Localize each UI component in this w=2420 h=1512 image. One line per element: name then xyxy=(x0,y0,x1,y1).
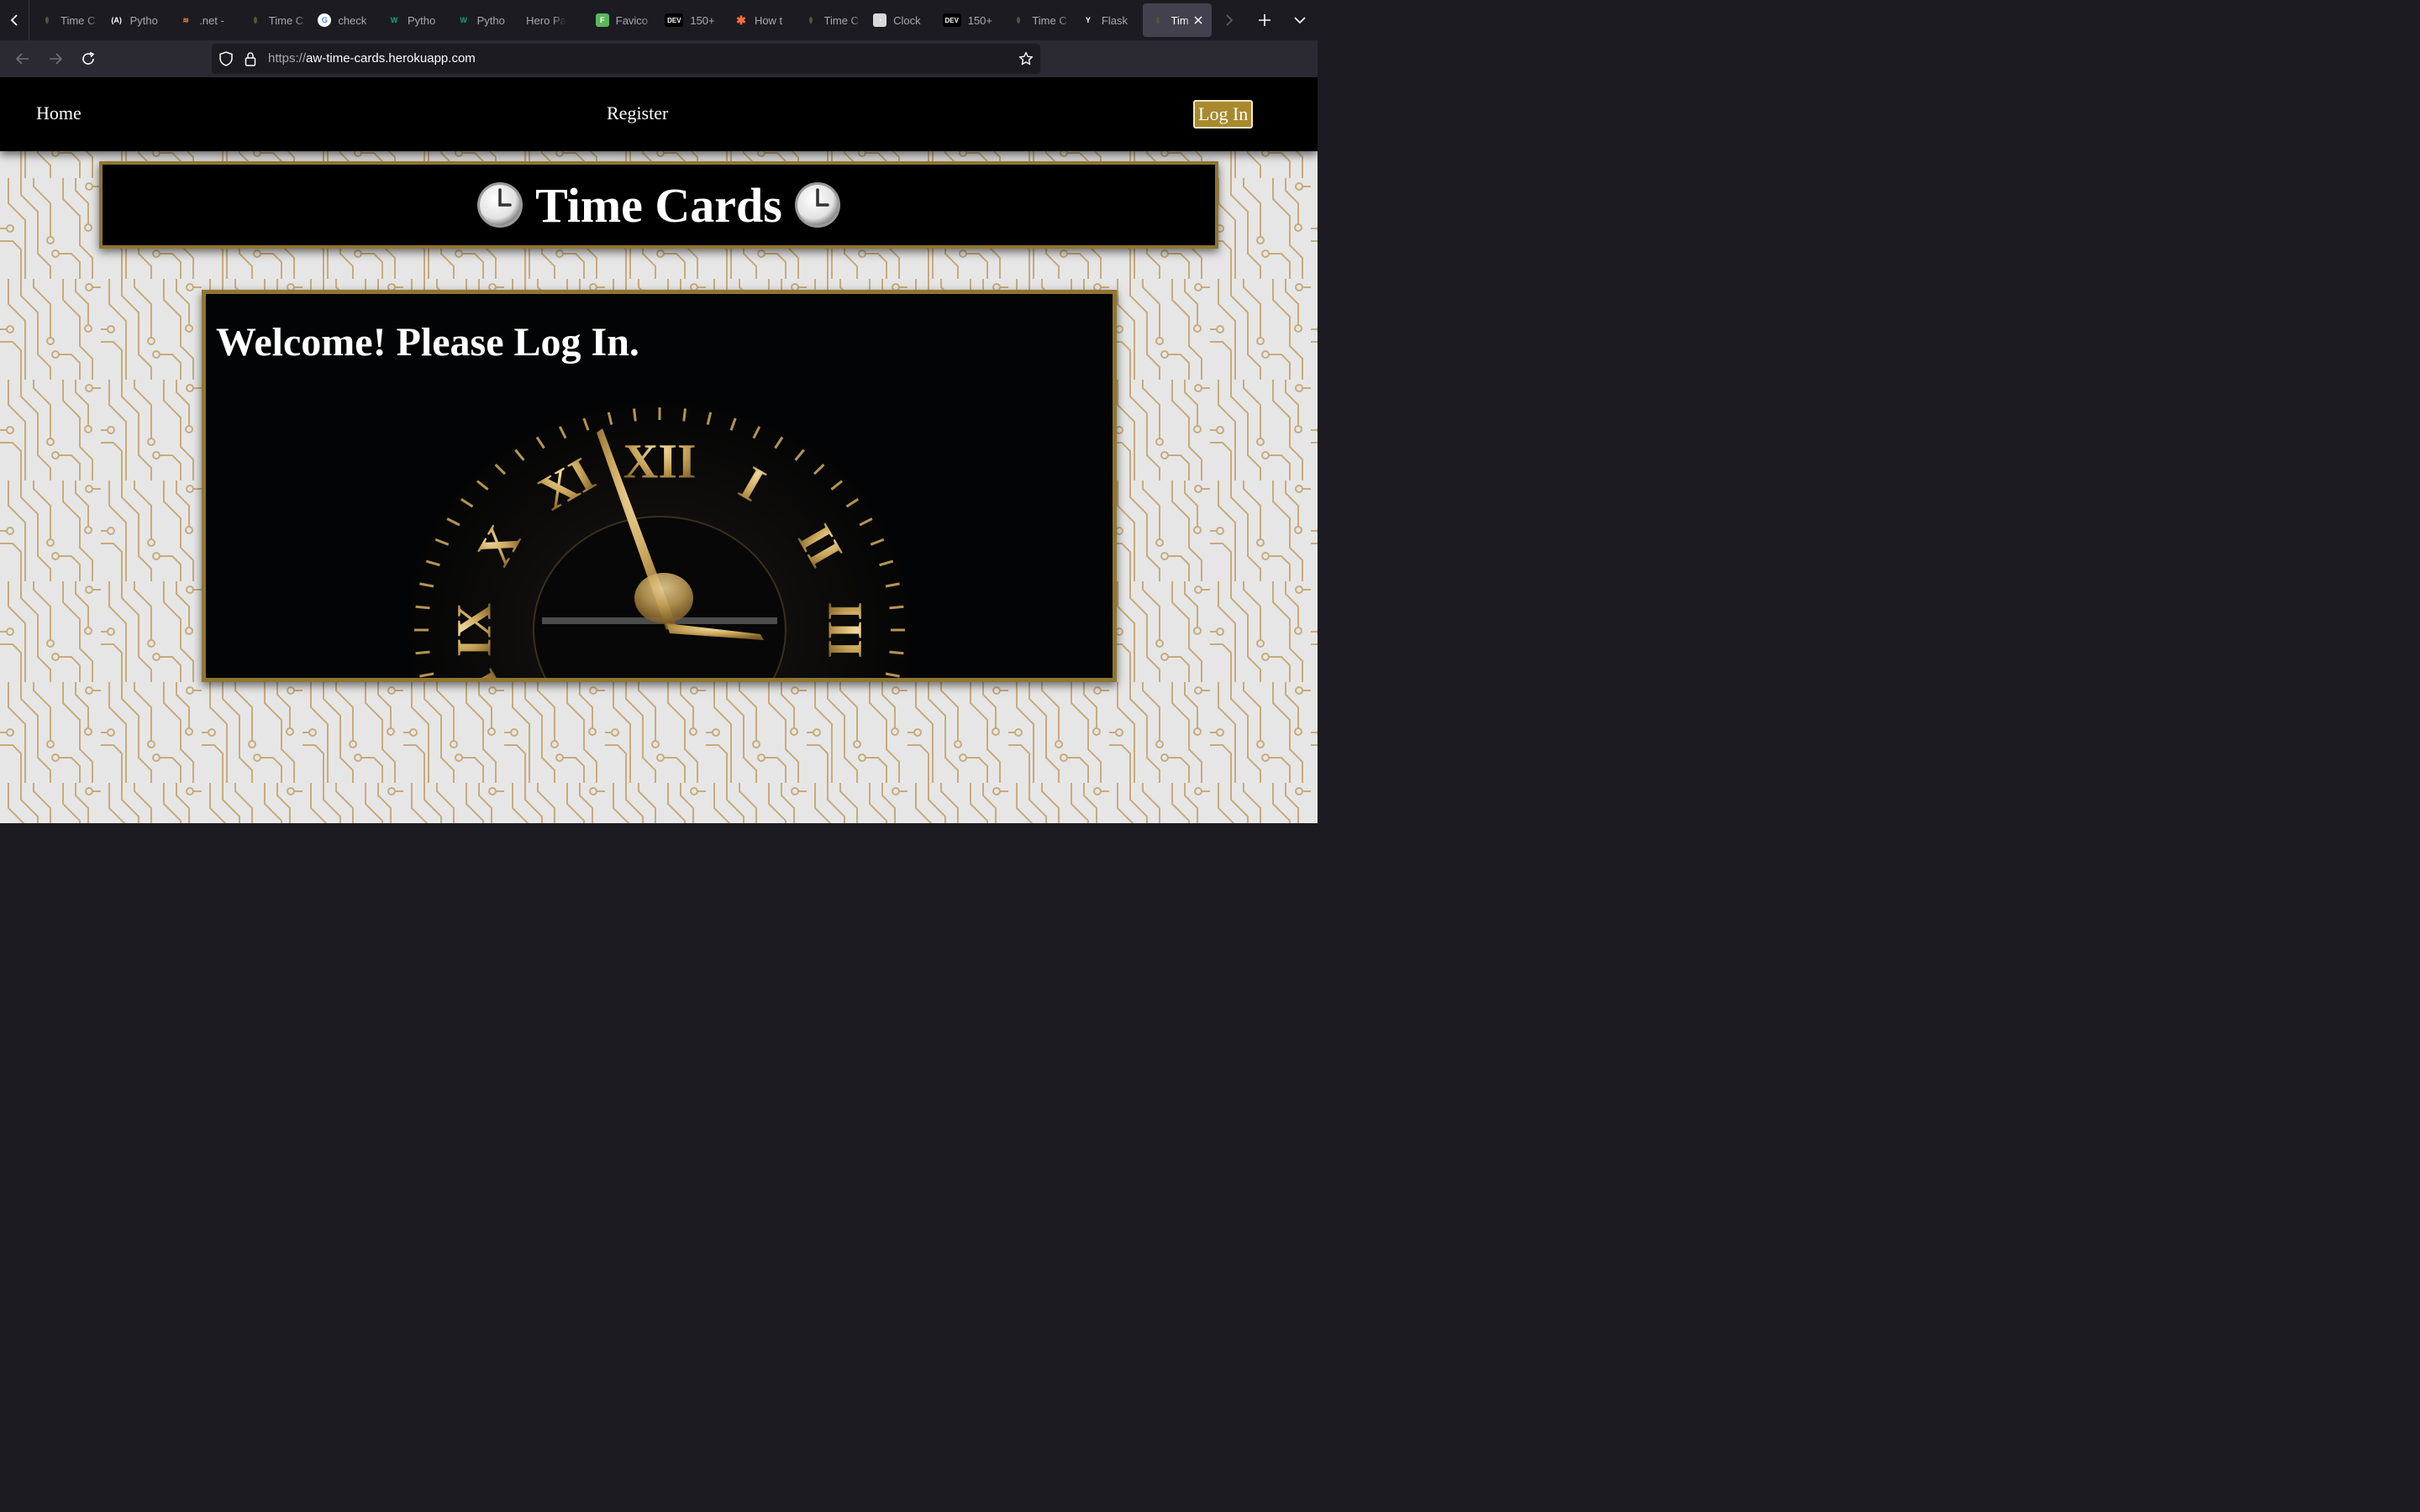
tab-scroll-right-button[interactable] xyxy=(1212,0,1247,40)
list-all-tabs-button[interactable] xyxy=(1282,0,1318,40)
leaf-favicon-icon xyxy=(1012,13,1025,27)
tab-title: Tim xyxy=(1171,13,1189,27)
clock-icon xyxy=(477,182,523,228)
tab-title: Time C xyxy=(268,13,304,27)
arrow-right-icon xyxy=(50,53,63,65)
chevron-right-icon xyxy=(1226,14,1234,26)
new-tab-button[interactable] xyxy=(1247,0,1282,40)
reload-icon xyxy=(82,51,95,65)
browser-tab[interactable]: Gcheck xyxy=(309,3,379,37)
browser-tab[interactable]: Time C xyxy=(796,3,865,37)
tracking-protection-shield-icon[interactable] xyxy=(218,51,234,66)
clock-tick xyxy=(415,605,430,610)
reload-button[interactable] xyxy=(76,47,101,71)
w3schools-favicon-icon: W xyxy=(456,13,471,27)
plus-icon xyxy=(1259,14,1270,26)
browser-tab[interactable]: W Pytho xyxy=(449,3,518,37)
tab-title: Pytho xyxy=(407,13,436,27)
nav-login-button[interactable]: Log In xyxy=(1193,100,1254,129)
leaf-favicon-icon xyxy=(1151,13,1165,27)
browser-tab[interactable]: DEV 150+ xyxy=(934,3,1004,37)
bookmark-star-icon[interactable] xyxy=(1018,51,1034,66)
tab-title: Pytho xyxy=(476,13,505,27)
browser-tab[interactable]: Hero Patte xyxy=(518,3,587,37)
url-host: aw-time-cards.herokuapp.com xyxy=(306,51,476,66)
browser-tab[interactable]: (A) Pytho xyxy=(102,3,171,37)
python-favicon-icon: (A) xyxy=(109,13,124,27)
url-protocol: https:// xyxy=(268,51,307,66)
leaf-favicon-icon xyxy=(804,13,818,27)
clock-favicon-icon: ◔ xyxy=(873,13,887,27)
clock-tick xyxy=(889,605,904,610)
tab-title: .net - xyxy=(199,13,224,27)
browser-tab[interactable]: ◔ Clock xyxy=(865,3,934,37)
clock-tick xyxy=(415,650,430,655)
clock-numeral: XII xyxy=(623,433,696,488)
tab-title: check xyxy=(338,13,367,27)
browser-tab[interactable]: W Pytho xyxy=(379,3,449,37)
lock-icon[interactable] xyxy=(243,51,258,66)
browser-tab[interactable]: ✱ How t xyxy=(726,3,796,37)
browser-tab[interactable]: ≋ .net - xyxy=(171,3,240,37)
tab-title: Clock xyxy=(893,13,921,27)
clock-tick xyxy=(682,408,687,422)
tab-scroll-left-button[interactable] xyxy=(0,0,29,40)
clock-icon xyxy=(794,182,840,228)
tab-title: How t xyxy=(754,13,783,27)
clock-numeral: IX xyxy=(446,603,501,658)
browser-tab[interactable]: Time C xyxy=(1003,3,1073,37)
close-tab-icon[interactable] xyxy=(1192,13,1205,27)
back-button[interactable] xyxy=(10,47,35,71)
arrow-left-icon xyxy=(15,53,29,65)
browser-tab-active[interactable]: Tim xyxy=(1142,3,1213,37)
tab-title: Flask xyxy=(1101,13,1128,27)
tab-title: Favico xyxy=(615,13,649,27)
tab-strip: Time C (A) Pytho ≋ .net - Time C Gcheck W Pytho W… xyxy=(32,3,1213,37)
browser-tab-bar: Time C (A) Pytho ≋ .net - Time C Gcheck W Pytho W… xyxy=(0,0,1318,40)
leaf-favicon-icon xyxy=(40,13,54,27)
chevron-left-icon xyxy=(10,14,18,26)
site-navbar: Home Register Log In xyxy=(0,77,1318,151)
forward-button[interactable] xyxy=(43,47,68,71)
google-favicon-icon: G xyxy=(318,13,332,27)
tab-title: Time C xyxy=(1032,13,1067,27)
welcome-heading: Welcome! Please Log In. xyxy=(216,320,639,365)
tab-title: Pytho xyxy=(129,13,158,27)
favicon-generator-icon: F xyxy=(595,13,609,27)
browser-tab[interactable]: DEV 150+ xyxy=(656,3,726,37)
clock-tick xyxy=(889,650,904,655)
tab-title: 150+ xyxy=(690,13,715,27)
welcome-panel: XIIIIIIIIIVVVIVIIVIIIIXXXI Welcome! Plea… xyxy=(202,290,1117,682)
browser-tab[interactable]: Y Flask xyxy=(1073,3,1143,37)
url-text[interactable]: https://aw-time-cards.herokuapp.com xyxy=(268,51,476,66)
tab-controls xyxy=(1212,0,1318,40)
dev-favicon-icon: DEV xyxy=(665,13,684,27)
nav-register-link[interactable]: Register xyxy=(607,102,668,124)
tab-title: Time C xyxy=(823,13,859,27)
page-title: Time Cards xyxy=(535,177,782,233)
chevron-down-icon xyxy=(1294,17,1306,24)
clock-tick xyxy=(632,408,637,422)
leaf-favicon-icon xyxy=(249,13,262,27)
browser-tab[interactable]: F Favico xyxy=(587,3,657,37)
web-page: Home Register Log In Time Cards XII I II… xyxy=(0,77,1318,823)
page-title-heading: Time Cards xyxy=(465,177,853,234)
asterisk-favicon-icon: ✱ xyxy=(734,13,748,27)
tab-title: 150+ xyxy=(967,13,993,27)
w3schools-favicon-icon: W xyxy=(387,13,401,27)
nav-home-link[interactable]: Home xyxy=(36,102,82,124)
dev-favicon-icon: DEV xyxy=(942,13,961,27)
flask-favicon-icon: Y xyxy=(1081,13,1095,27)
browser-tab[interactable]: Time C xyxy=(240,3,310,37)
tab-title: Hero Patte xyxy=(526,13,566,27)
browser-tab[interactable]: Time C xyxy=(32,3,102,37)
tab-title: Time C xyxy=(60,13,96,27)
stackoverflow-favicon-icon: ≋ xyxy=(179,13,193,27)
url-bar[interactable]: https://aw-time-cards.herokuapp.com xyxy=(212,44,1040,74)
clock-numeral: III xyxy=(818,601,873,659)
title-banner: Time Cards xyxy=(99,161,1218,249)
